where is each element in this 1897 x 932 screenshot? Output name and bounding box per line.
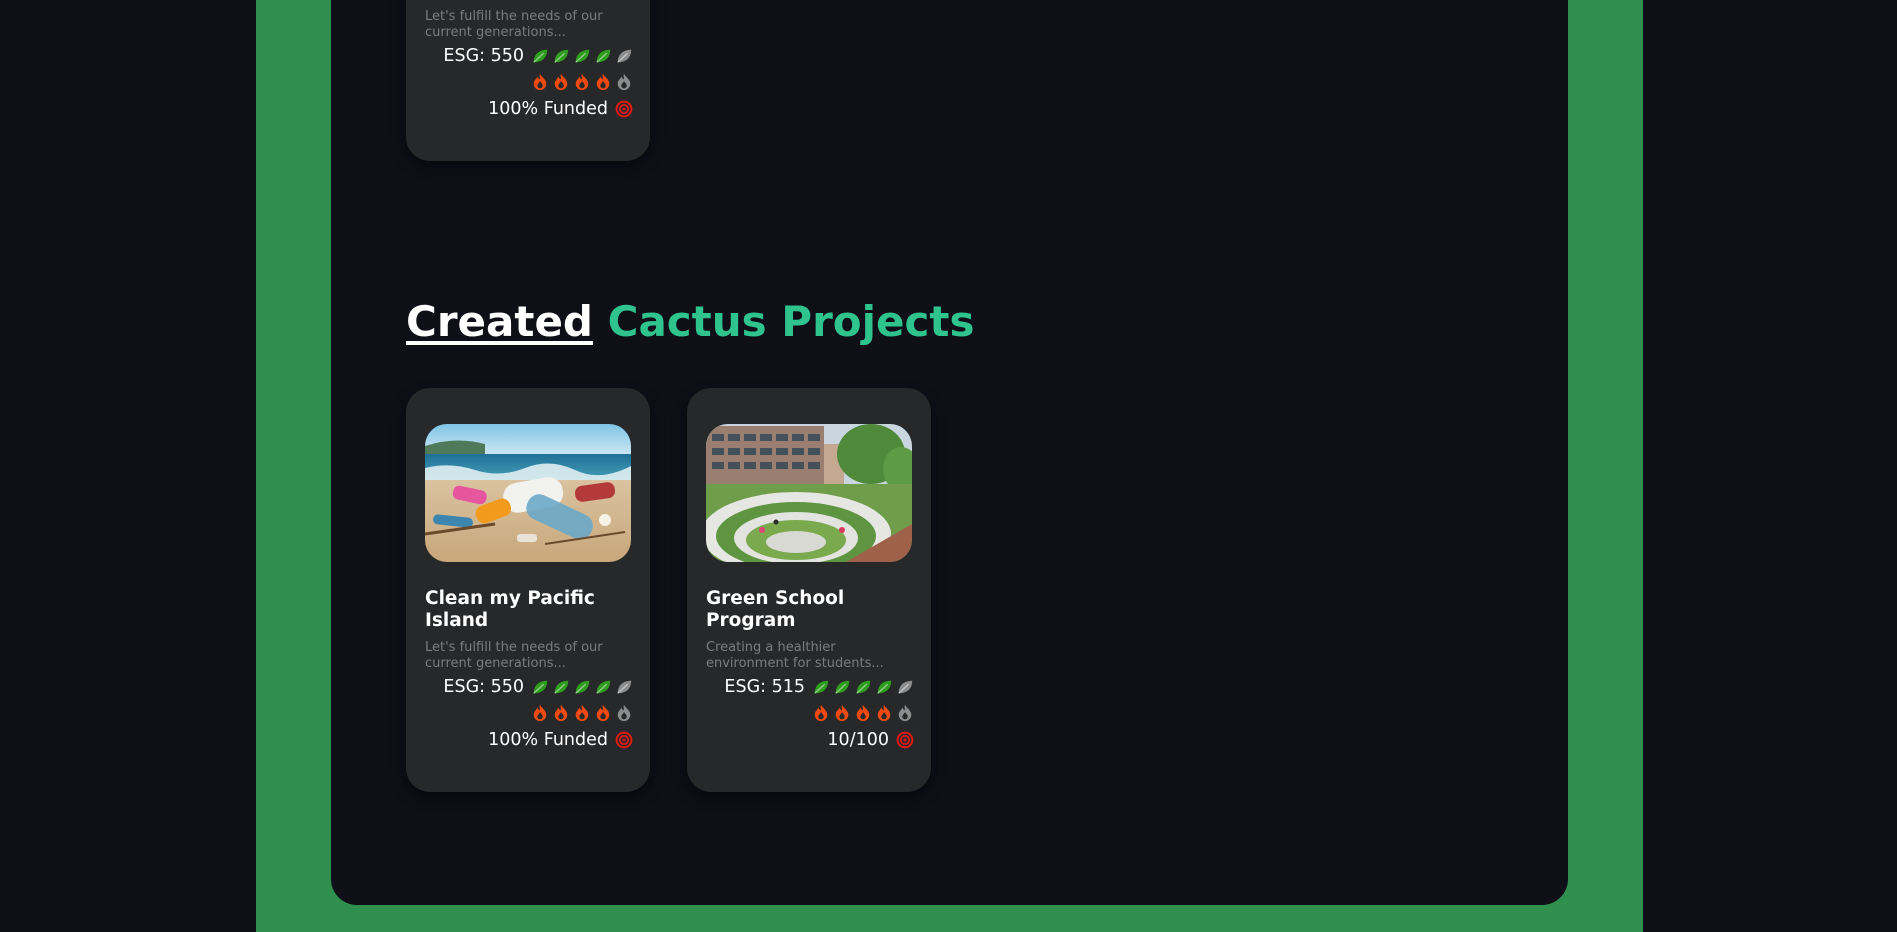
esg-row: ESG: 515	[724, 677, 914, 697]
flame-rating	[531, 73, 633, 91]
flame-row	[531, 73, 633, 91]
funding-row: 100% Funded	[488, 99, 633, 119]
esg-row: ESG: 550	[443, 677, 633, 697]
leaf-rating	[812, 678, 914, 696]
flame-rating	[812, 704, 914, 722]
flame-icon	[833, 704, 851, 722]
flame-icon	[896, 704, 914, 722]
esg-score: ESG: 515	[724, 677, 805, 697]
funding-row: 10/100	[827, 730, 914, 750]
flame-row	[531, 704, 633, 722]
flame-icon	[615, 704, 633, 722]
leaf-icon	[594, 678, 612, 696]
flame-icon	[573, 73, 591, 91]
funding-row: 100% Funded	[488, 730, 633, 750]
leaf-icon	[615, 47, 633, 65]
funding-status: 100% Funded	[488, 730, 608, 750]
leaf-icon	[875, 678, 893, 696]
leaf-icon	[552, 678, 570, 696]
leaf-icon	[833, 678, 851, 696]
leaf-icon	[812, 678, 830, 696]
flame-icon	[615, 73, 633, 91]
leaf-rating	[531, 47, 633, 65]
flame-icon	[552, 704, 570, 722]
flame-icon	[531, 704, 549, 722]
flame-icon	[594, 73, 612, 91]
project-card[interactable]: Clean my Pacific Island Let's fulfill th…	[406, 388, 650, 792]
leaf-icon	[573, 47, 591, 65]
project-description: Creating a healthier environment for stu…	[706, 640, 884, 671]
target-icon	[615, 731, 633, 749]
target-icon	[615, 100, 633, 118]
leaf-icon	[573, 678, 591, 696]
flame-icon	[854, 704, 872, 722]
leaf-icon	[552, 47, 570, 65]
flame-icon	[531, 73, 549, 91]
leaf-icon	[594, 47, 612, 65]
esg-score: ESG: 550	[443, 677, 524, 697]
target-icon	[896, 731, 914, 749]
project-title[interactable]: Green School Program	[706, 588, 912, 632]
flame-icon	[573, 704, 591, 722]
leaf-icon	[896, 678, 914, 696]
project-image	[425, 424, 631, 562]
heading-created: Created	[406, 297, 593, 346]
project-title[interactable]: Clean my Pacific Island	[425, 588, 631, 632]
section-heading: Created Cactus Projects	[406, 294, 975, 350]
leaf-rating	[531, 678, 633, 696]
flame-row	[812, 704, 914, 722]
flame-icon	[594, 704, 612, 722]
project-image	[706, 424, 912, 562]
project-card-top[interactable]: Let's fulfill the needs of our current g…	[406, 0, 650, 161]
project-description: Let's fulfill the needs of our current g…	[425, 640, 603, 671]
esg-score: ESG: 550	[443, 46, 524, 66]
esg-row: ESG: 550	[443, 46, 633, 66]
leaf-icon	[854, 678, 872, 696]
funding-status: 10/100	[827, 730, 889, 750]
leaf-icon	[531, 678, 549, 696]
project-card[interactable]: Green School Program Creating a healthie…	[687, 388, 931, 792]
leaf-icon	[615, 678, 633, 696]
flame-icon	[812, 704, 830, 722]
flame-icon	[552, 73, 570, 91]
heading-cactus-projects: Cactus Projects	[607, 297, 975, 346]
card-description: Let's fulfill the needs of our current g…	[425, 9, 603, 40]
funding-status: 100% Funded	[488, 99, 608, 119]
flame-rating	[531, 704, 633, 722]
leaf-icon	[531, 47, 549, 65]
flame-icon	[875, 704, 893, 722]
